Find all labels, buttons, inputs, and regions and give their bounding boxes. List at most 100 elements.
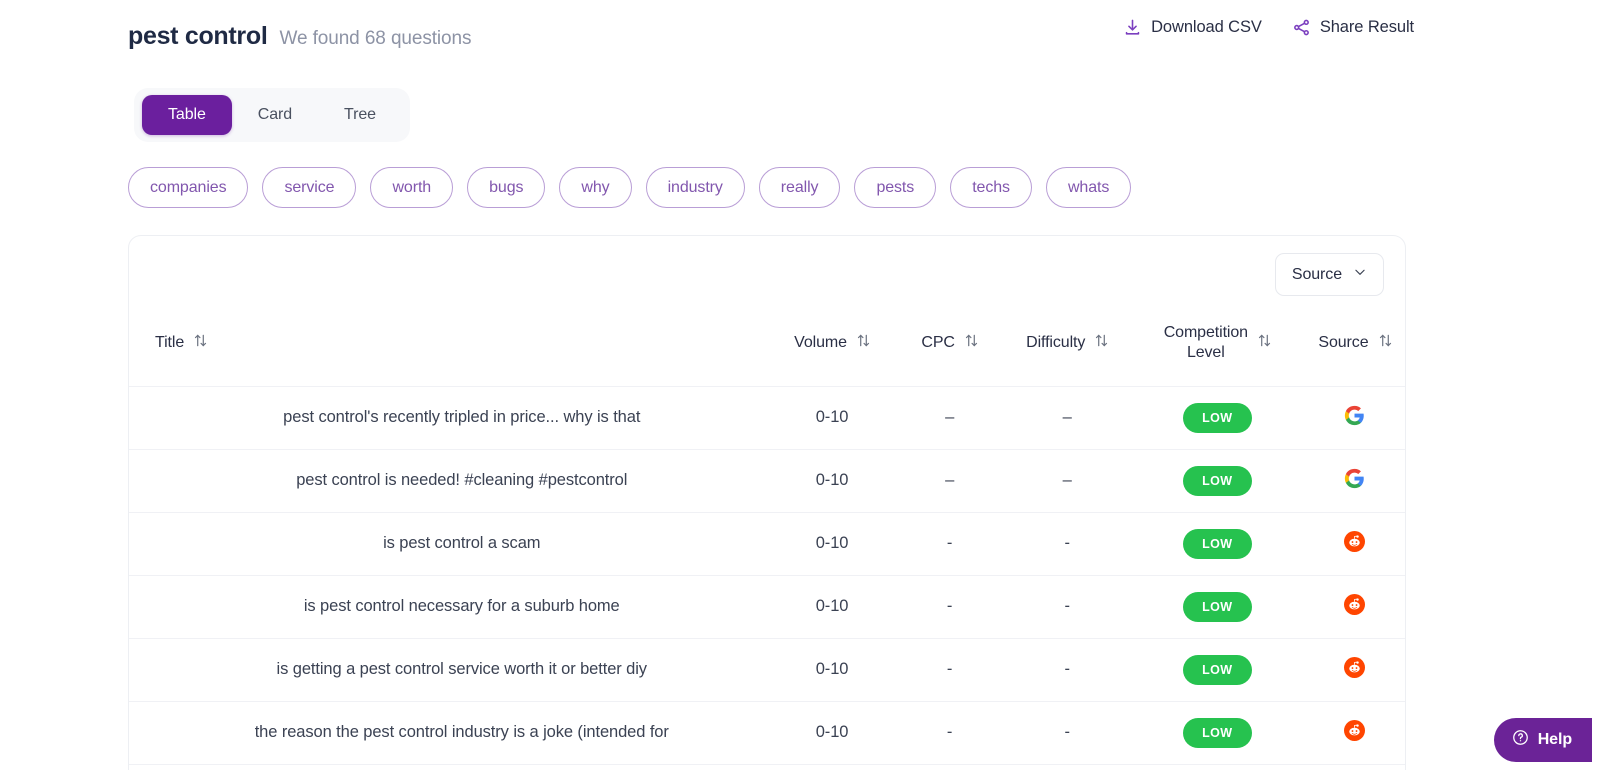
cell-competition: LOW: [1129, 385, 1305, 450]
download-icon: [1123, 18, 1142, 37]
results-table-card: Source Title Volume CPC Difficulty Compe…: [128, 235, 1406, 770]
source-filter-label: Source: [1291, 265, 1342, 283]
cell-source: [1304, 763, 1405, 770]
column-header-difficulty-label: Difficulty: [1026, 334, 1086, 352]
sort-icon: [965, 333, 978, 353]
status-badge: LOW: [1183, 717, 1252, 748]
sort-icon: [194, 333, 207, 353]
sort-icon: [857, 333, 870, 353]
column-header-difficulty[interactable]: Difficulty: [1005, 313, 1130, 386]
cell-title: pest control's recently tripled in price…: [129, 385, 770, 450]
status-badge: LOW: [1183, 528, 1252, 559]
chip-industry[interactable]: industry: [645, 167, 745, 209]
title-block: pest control We found 68 questions: [128, 22, 471, 51]
help-button[interactable]: Help: [1493, 718, 1592, 762]
cell-title: pest control is needed! #cleaning #pestc…: [129, 448, 770, 513]
cell-source: [1304, 511, 1405, 576]
source-filter-dropdown[interactable]: Source: [1274, 253, 1384, 296]
share-result-button[interactable]: Share Result: [1292, 18, 1414, 37]
results-table: Title Volume CPC Difficulty Competition …: [129, 313, 1405, 770]
cell-cpc: -: [894, 637, 1005, 702]
cell-difficulty: -: [1004, 511, 1130, 576]
reddit-icon: [1344, 656, 1366, 678]
cell-competition: LOW: [1129, 700, 1305, 765]
keyword-filter-chips: companies service worth bugs why industr…: [128, 167, 1132, 209]
cell-difficulty: –: [1004, 385, 1130, 450]
tab-table[interactable]: Table: [142, 95, 232, 135]
column-header-competition-level-label: Competition Level: [1163, 324, 1248, 362]
table-row[interactable]: is pest control a scam 0-10 - - LOW: [129, 511, 1405, 576]
tab-card[interactable]: Card: [232, 95, 318, 135]
table-header-row: Title Volume CPC Difficulty Competition …: [129, 313, 1405, 386]
sort-icon: [1095, 333, 1108, 353]
help-label: Help: [1537, 731, 1572, 748]
status-badge: LOW: [1183, 654, 1252, 685]
google-icon: [1344, 405, 1365, 426]
table-toolbar: Source: [129, 236, 1405, 313]
page-title: pest control: [128, 22, 268, 50]
column-header-title[interactable]: Title: [129, 313, 770, 386]
cell-difficulty: -: [1004, 574, 1130, 639]
cell-volume: 0-10: [769, 700, 895, 765]
chip-pests[interactable]: pests: [854, 167, 937, 209]
column-header-volume[interactable]: Volume: [770, 313, 895, 386]
table-row[interactable]: the reason the pest control industry is …: [129, 700, 1405, 765]
cell-title: is getting a pest control service worth …: [129, 637, 770, 702]
cell-source: [1304, 700, 1405, 765]
table-head: Title Volume CPC Difficulty Competition …: [129, 313, 1405, 386]
results-page: pest control We found 68 questions Downl…: [0, 0, 1600, 770]
cell-difficulty: –: [1004, 448, 1130, 513]
table-body: pest control's recently tripled in price…: [129, 385, 1405, 770]
cell-competition: LOW: [1129, 637, 1305, 702]
status-badge: LOW: [1183, 465, 1252, 496]
share-icon: [1292, 18, 1311, 37]
column-header-cpc-label: CPC: [921, 334, 955, 352]
cell-source: [1304, 574, 1405, 639]
cell-competition: LOW: [1129, 448, 1305, 513]
column-header-cpc[interactable]: CPC: [895, 313, 1005, 386]
chip-companies[interactable]: companies: [128, 167, 249, 209]
chip-really[interactable]: really: [758, 167, 841, 209]
cell-difficulty: [1004, 763, 1130, 770]
column-header-competition-level[interactable]: Competition Level: [1130, 313, 1305, 386]
cell-cpc: -: [894, 574, 1005, 639]
chip-service[interactable]: service: [262, 167, 357, 209]
cell-cpc: –: [894, 385, 1005, 450]
chip-worth[interactable]: worth: [370, 167, 454, 209]
view-tabs: Table Card Tree: [134, 88, 410, 142]
chip-bugs[interactable]: bugs: [467, 167, 546, 209]
download-csv-label: Download CSV: [1151, 18, 1262, 36]
cell-competition: LOW: [1129, 763, 1305, 770]
cell-title: is pest control necessary for a suburb h…: [129, 574, 770, 639]
reddit-icon: [1344, 719, 1366, 741]
column-header-source[interactable]: Source: [1305, 313, 1405, 386]
cell-cpc: [894, 763, 1005, 770]
cell-source: [1304, 385, 1405, 450]
share-result-label: Share Result: [1319, 18, 1414, 36]
tab-tree[interactable]: Tree: [318, 95, 402, 135]
cell-competition: LOW: [1129, 511, 1305, 576]
sort-icon: [1258, 333, 1271, 353]
chip-techs[interactable]: techs: [950, 167, 1032, 209]
chip-why[interactable]: why: [559, 167, 632, 209]
table-row[interactable]: pest control is needed! #cleaning #pestc…: [129, 448, 1405, 513]
table-row[interactable]: LOW: [129, 763, 1405, 770]
cell-cpc: -: [894, 511, 1005, 576]
chevron-down-icon: [1353, 265, 1367, 284]
table-row[interactable]: pest control's recently tripled in price…: [129, 385, 1405, 450]
table-row[interactable]: is getting a pest control service worth …: [129, 637, 1405, 702]
cell-volume: [769, 763, 895, 770]
question-circle-icon: [1512, 729, 1529, 751]
cell-difficulty: -: [1004, 637, 1130, 702]
page-header: pest control We found 68 questions Downl…: [0, 0, 1600, 72]
download-csv-button[interactable]: Download CSV: [1123, 18, 1262, 37]
cell-title: is pest control a scam: [129, 511, 770, 576]
status-badge: LOW: [1183, 591, 1252, 622]
results-count-label: We found 68 questions: [279, 28, 472, 49]
cell-title: the reason the pest control industry is …: [129, 700, 770, 765]
reddit-icon: [1344, 593, 1366, 615]
chip-whats[interactable]: whats: [1045, 167, 1132, 209]
reddit-icon: [1344, 530, 1366, 552]
cell-volume: 0-10: [769, 574, 895, 639]
table-row[interactable]: is pest control necessary for a suburb h…: [129, 574, 1405, 639]
